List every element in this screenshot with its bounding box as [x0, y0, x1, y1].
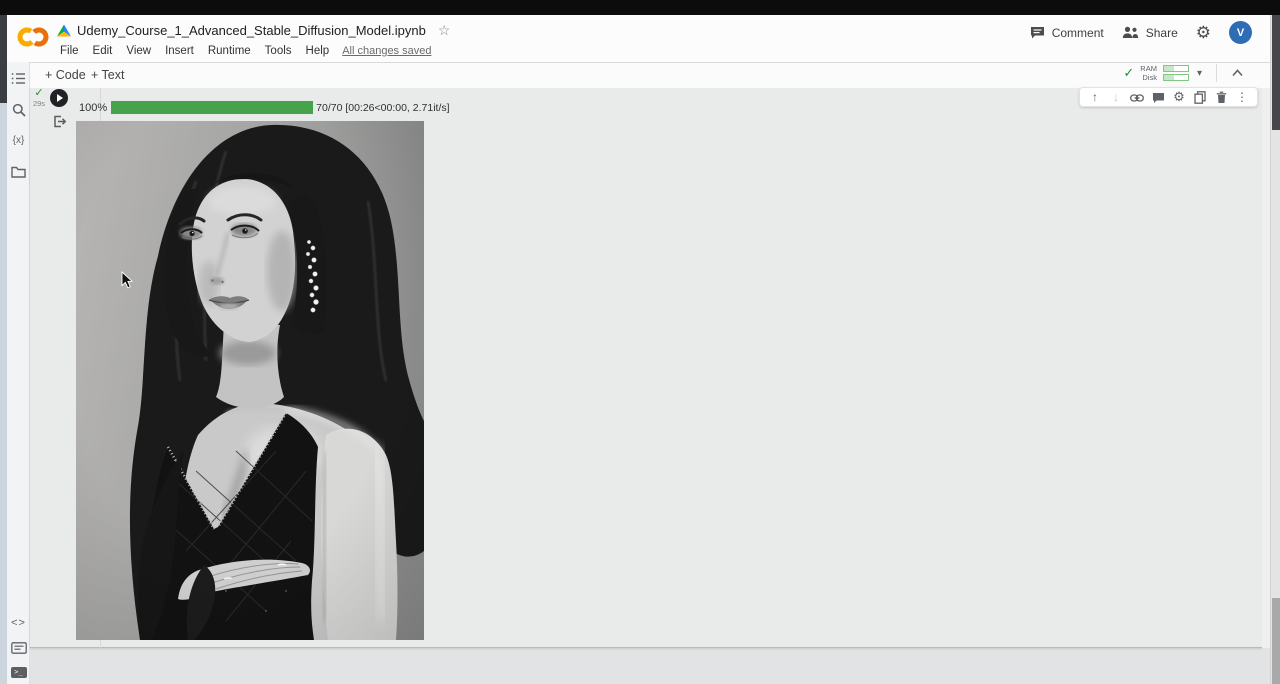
- menubar: File Edit View Insert Runtime Tools Help…: [53, 42, 431, 60]
- move-cell-up-icon[interactable]: ↑: [1087, 88, 1103, 106]
- disk-label: Disk: [1142, 74, 1157, 82]
- menu-edit[interactable]: Edit: [86, 42, 120, 60]
- cell-toolbar: ↑ ↓ ⚙ ⋮: [1079, 87, 1258, 107]
- cell-settings-gear-icon[interactable]: ⚙: [1171, 88, 1187, 106]
- scrollbar-thumb-bottom[interactable]: [1272, 598, 1280, 684]
- share-icon: [1122, 26, 1139, 39]
- resources-dropdown-caret-icon[interactable]: ▾: [1197, 68, 1202, 79]
- run-cell-button[interactable]: [50, 89, 68, 107]
- collapse-header-chevron-icon[interactable]: [1231, 68, 1244, 78]
- left-edge-strip: [0, 15, 7, 684]
- resource-monitor[interactable]: ✓ RAM Disk ▾: [1123, 64, 1244, 82]
- user-avatar[interactable]: V: [1229, 21, 1252, 44]
- menu-help[interactable]: Help: [299, 42, 337, 60]
- more-options-kebab-icon[interactable]: ⋮: [1234, 88, 1250, 106]
- ram-label: RAM: [1140, 65, 1157, 73]
- copy-link-to-cell-icon[interactable]: [1129, 88, 1145, 106]
- notebook-scrollbar-track[interactable]: [1262, 88, 1270, 648]
- play-icon: [57, 94, 63, 102]
- comment-label: Comment: [1052, 26, 1104, 40]
- progress-percent: 100%: [79, 102, 107, 114]
- window-top-strip: [0, 0, 1280, 15]
- left-icon-rail: {x} <> >_: [7, 62, 30, 684]
- find-replace-search-icon[interactable]: [7, 103, 30, 117]
- terminal-icon[interactable]: >_: [7, 667, 30, 678]
- execution-badge: ✓ 29s: [31, 88, 47, 108]
- add-comment-icon[interactable]: [1150, 88, 1166, 106]
- notebook-title[interactable]: Udemy_Course_1_Advanced_Stable_Diffusion…: [77, 23, 426, 38]
- add-code-button[interactable]: + Code: [45, 68, 86, 82]
- progress-bar: [111, 101, 313, 114]
- progress-bar-fill: [111, 101, 313, 114]
- ram-usage-bar: [1163, 65, 1189, 72]
- share-label: Share: [1146, 26, 1178, 40]
- settings-gear-icon[interactable]: ⚙: [1196, 24, 1211, 41]
- scrollbar-thumb-top[interactable]: [1272, 15, 1280, 130]
- drive-icon: [57, 24, 71, 37]
- share-button[interactable]: Share: [1122, 26, 1178, 40]
- move-cell-down-icon[interactable]: ↓: [1108, 88, 1124, 106]
- command-palette-icon[interactable]: [7, 642, 30, 654]
- save-status-link[interactable]: All changes saved: [342, 45, 431, 57]
- menu-runtime[interactable]: Runtime: [201, 42, 258, 60]
- generated-portrait: [76, 121, 424, 640]
- add-text-button[interactable]: + Text: [91, 68, 124, 82]
- menu-tools[interactable]: Tools: [258, 42, 299, 60]
- toolbar-divider: [1216, 64, 1217, 82]
- table-of-contents-icon[interactable]: [7, 72, 30, 85]
- comment-button[interactable]: Comment: [1030, 26, 1104, 40]
- variables-icon[interactable]: {x}: [7, 135, 30, 146]
- delete-cell-trash-icon[interactable]: [1213, 88, 1229, 106]
- execution-time: 29s: [31, 99, 47, 108]
- files-folder-icon[interactable]: [7, 166, 30, 178]
- notebook-cell: ✓ 29s ↑ ↓ ⚙ ⋮: [30, 88, 1262, 648]
- comment-icon: [1030, 26, 1045, 39]
- page-scrollbar: [1270, 15, 1280, 684]
- open-output-icon[interactable]: [52, 114, 67, 134]
- runtime-connected-check-icon: ✓: [1123, 65, 1134, 81]
- left-edge-strip-dark: [0, 15, 7, 103]
- disk-usage-bar: [1163, 74, 1189, 81]
- colab-window: Udemy_Course_1_Advanced_Stable_Diffusion…: [0, 0, 1280, 684]
- cell-output-image: [76, 121, 424, 640]
- copy-cell-icon[interactable]: [1192, 88, 1208, 106]
- menu-view[interactable]: View: [119, 42, 158, 60]
- mouse-cursor: [121, 271, 133, 289]
- notebook-toolbar: + Code + Text ✓ RAM Disk ▾: [7, 62, 1270, 88]
- star-icon[interactable]: ☆: [438, 22, 451, 39]
- tqdm-progress: 100% 70/70 [00:26<00:00, 2.71it/s]: [79, 101, 450, 114]
- notebook-header: Udemy_Course_1_Advanced_Stable_Diffusion…: [7, 15, 1270, 62]
- menu-file[interactable]: File: [53, 42, 86, 60]
- code-snippets-icon[interactable]: <>: [7, 617, 30, 629]
- execution-success-check-icon: ✓: [31, 88, 47, 99]
- menu-insert[interactable]: Insert: [158, 42, 201, 60]
- colab-logo-icon[interactable]: [16, 24, 50, 50]
- progress-detail: 70/70 [00:26<00:00, 2.71it/s]: [316, 102, 449, 114]
